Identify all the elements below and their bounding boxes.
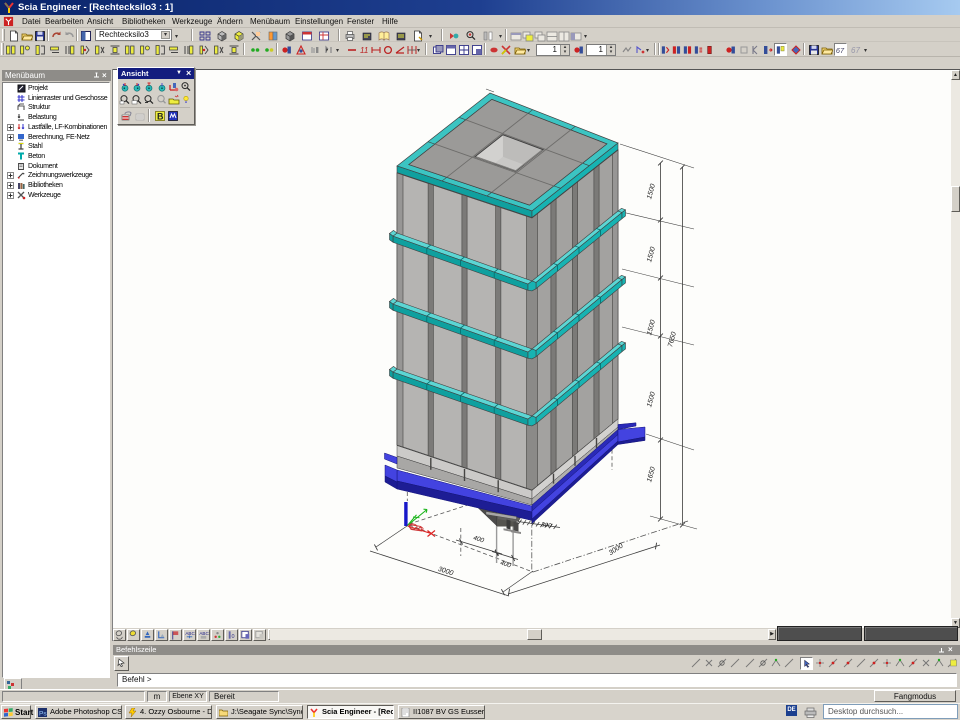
svg-text:0: 0 [232, 634, 235, 640]
svg-text:ABC: ABC [185, 631, 195, 636]
svg-text:Ps: Ps [39, 711, 47, 718]
svg-text:11: 11 [360, 46, 368, 55]
svg-text:ABC: ABC [199, 631, 209, 636]
svg-text:B: B [157, 111, 164, 121]
svg-text:67: 67 [851, 46, 860, 55]
svg-text:67: 67 [836, 45, 845, 54]
